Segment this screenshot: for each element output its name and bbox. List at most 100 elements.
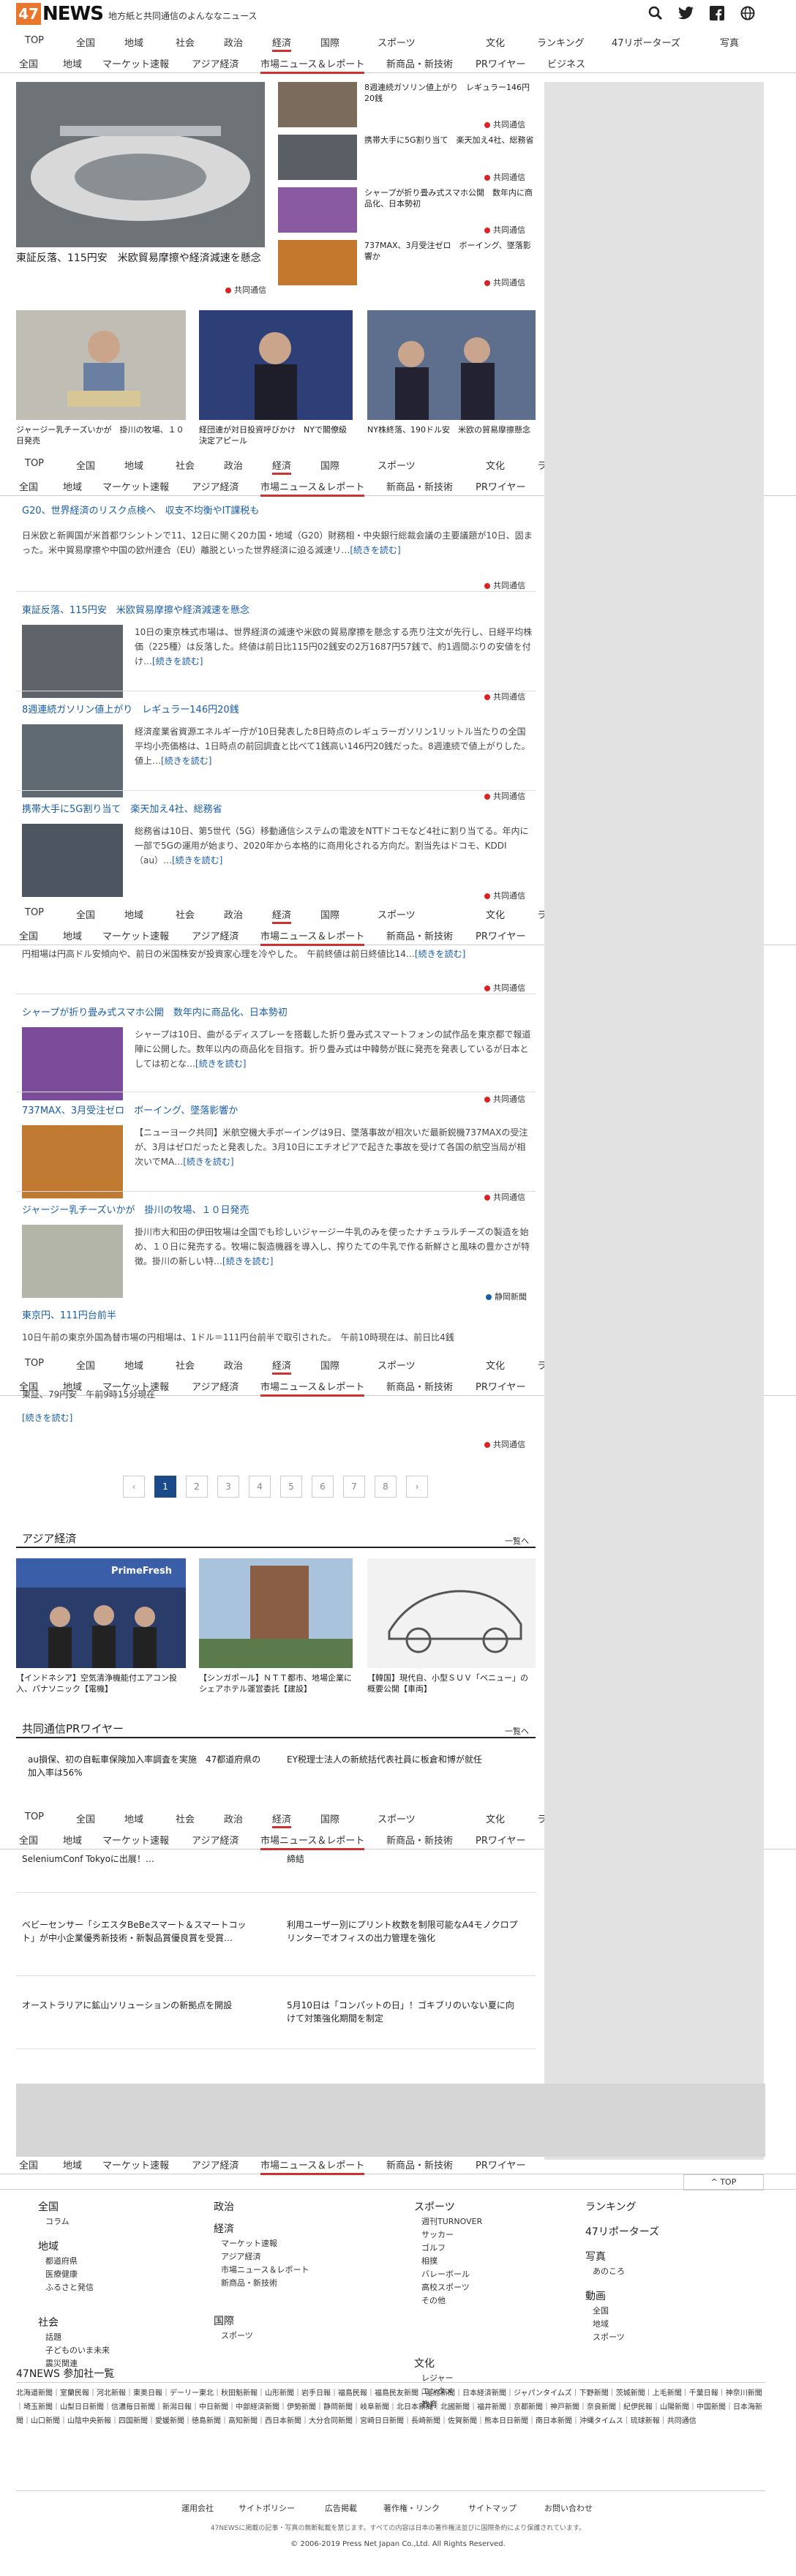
- last-article-title[interactable]: 東京円、111円台前半: [22, 1310, 534, 1323]
- pagination-item-3[interactable]: 3: [217, 1476, 239, 1498]
- footer-heading[interactable]: スポーツ: [414, 2199, 455, 2214]
- footer-link[interactable]: スポーツ: [593, 2331, 625, 2343]
- nav-item-0[interactable]: TOP: [25, 1358, 44, 1369]
- article-more-link[interactable]: [続きを読む]: [172, 855, 222, 865]
- side-news-title[interactable]: シャープが折り畳み式スマホ公開 数年内に商品化、日本勢初: [364, 187, 537, 209]
- nav-item-1[interactable]: 全国: [76, 458, 95, 472]
- nav-item-6[interactable]: 国際: [320, 458, 339, 472]
- footer-heading[interactable]: 47リポーターズ: [585, 2224, 659, 2239]
- subnav-item-2[interactable]: マーケット速報: [102, 479, 169, 493]
- side-news-title[interactable]: 携帯大手に5G割り当て 楽天加え4社、総務省: [364, 135, 537, 146]
- footer-heading[interactable]: 国際: [214, 2313, 234, 2328]
- subnav-item-5[interactable]: 新商品・新技術: [386, 1833, 453, 1847]
- footer-link[interactable]: 市場ニュース＆レポート: [221, 2264, 309, 2275]
- nav-item-7[interactable]: スポーツ: [378, 1358, 416, 1372]
- nav-item-2[interactable]: 地域: [124, 1811, 143, 1825]
- article-thumbnail[interactable]: [22, 1225, 123, 1298]
- nav-item-4[interactable]: 政治: [224, 907, 243, 921]
- article-title[interactable]: 携帯大手に5G割り当て 楽天加え4社、総務省: [22, 803, 534, 816]
- subnav-item-2[interactable]: マーケット速報: [102, 56, 169, 70]
- lead-more-link[interactable]: [続きを読む]: [350, 545, 400, 555]
- subnav-item-5[interactable]: 新商品・新技術: [386, 479, 453, 493]
- nav-item-3[interactable]: 社会: [176, 1811, 195, 1825]
- nav-item-7[interactable]: スポーツ: [378, 35, 416, 49]
- subnav-item-5[interactable]: 新商品・新技術: [386, 2158, 453, 2171]
- footer-heading[interactable]: 動画: [585, 2288, 606, 2303]
- subnav-item-0[interactable]: 全国: [19, 2158, 38, 2171]
- side-news-title[interactable]: 8週連続ガソリン値上がり レギュラー146円20銭: [364, 82, 537, 104]
- side-news-image[interactable]: [278, 82, 357, 127]
- nav-item-6[interactable]: 国際: [320, 35, 339, 49]
- pagination-item-8[interactable]: 8: [375, 1476, 397, 1498]
- pr-item-3[interactable]: SeleniumConf Tokyoに出展！…: [22, 1852, 256, 1866]
- footer-bottom-link[interactable]: 広告掲載: [325, 2502, 357, 2514]
- side-news-image[interactable]: [278, 135, 357, 180]
- pr-list-link[interactable]: 一覧へ: [505, 1725, 529, 1737]
- hero-caption[interactable]: 東証反落、115円安 米欧貿易摩擦や経済減速を懸念: [16, 252, 265, 265]
- subnav-item-0[interactable]: 全国: [19, 479, 38, 493]
- photo-row-image-3[interactable]: [367, 310, 536, 420]
- members-list[interactable]: 北海道新聞｜室蘭民報｜河北新報｜東奥日報｜デーリー東北｜秋田魁新報｜山形新聞｜岩…: [16, 2387, 765, 2428]
- subnav-item-3[interactable]: アジア経済: [192, 928, 239, 942]
- nav-item-7[interactable]: スポーツ: [378, 1811, 416, 1825]
- side-news-title[interactable]: 737MAX、3月受注ゼロ ボーイング、墜落影響か: [364, 240, 537, 262]
- asia-list-link[interactable]: 一覧へ: [505, 1535, 529, 1547]
- pagination-item-0[interactable]: ‹: [123, 1476, 145, 1498]
- subnav-item-0[interactable]: 全国: [19, 1833, 38, 1847]
- subnav-item-4[interactable]: 市場ニュース＆レポート: [260, 479, 365, 497]
- footer-heading[interactable]: 経済: [214, 2221, 234, 2236]
- nav-item-6[interactable]: 国際: [320, 907, 339, 921]
- asia-caption-2[interactable]: 【シンガポール】ＮＴＴ都市、地場企業にシェアホテル運営委託【建設】: [199, 1672, 353, 1694]
- subnav-item-4[interactable]: 市場ニュース＆レポート: [260, 1833, 365, 1850]
- article-title[interactable]: 8週連続ガソリン値上がり レギュラー146円20銭: [22, 704, 534, 717]
- footer-link[interactable]: 話題: [45, 2331, 61, 2343]
- footer-link[interactable]: スポーツ: [221, 2329, 253, 2341]
- subnav-item-3[interactable]: アジア経済: [192, 1833, 239, 1847]
- footer-heading[interactable]: 社会: [38, 2315, 59, 2329]
- article-more-link[interactable]: [続きを読む]: [183, 1157, 233, 1167]
- nav-item-8[interactable]: 文化: [486, 458, 505, 472]
- footer-link[interactable]: アジア経済: [221, 2250, 261, 2262]
- nav-item-5[interactable]: 経済: [272, 1358, 292, 1375]
- article-more-link[interactable]: [続きを読む]: [222, 1256, 273, 1266]
- hero-image[interactable]: [16, 82, 265, 247]
- subnav-item-4[interactable]: 市場ニュース＆レポート: [260, 56, 365, 74]
- nav-item-1[interactable]: 全国: [76, 35, 95, 49]
- footer-link[interactable]: ふるさと発信: [45, 2281, 94, 2293]
- subnav-item-1[interactable]: 地域: [63, 56, 82, 70]
- pr-item-7[interactable]: オーストラリアに鉱山ソリューションの新拠点を開設: [22, 1999, 256, 2012]
- nav-item-0[interactable]: TOP: [25, 907, 44, 918]
- footer-heading[interactable]: ランキング: [585, 2199, 637, 2214]
- search-icon[interactable]: [647, 6, 664, 23]
- nav-item-3[interactable]: 社会: [176, 458, 195, 472]
- footer-heading[interactable]: 政治: [214, 2199, 234, 2214]
- article-thumbnail[interactable]: [22, 824, 123, 897]
- footer-link[interactable]: 全国: [593, 2305, 609, 2316]
- footer-link[interactable]: 医療健康: [45, 2268, 78, 2280]
- subnav-item-4[interactable]: 市場ニュース＆レポート: [260, 928, 365, 946]
- subnav-item-3[interactable]: アジア経済: [192, 2158, 239, 2171]
- article-title[interactable]: 東証反落、115円安 米欧貿易摩擦や経済減速を懸念: [22, 604, 534, 617]
- subnav-item-1[interactable]: 地域: [63, 1833, 82, 1847]
- nav-item-3[interactable]: 社会: [176, 1358, 195, 1372]
- footer-link[interactable]: 新商品・新技術: [221, 2277, 277, 2288]
- nav-item-4[interactable]: 政治: [224, 1358, 243, 1372]
- asia-image-2[interactable]: [199, 1558, 353, 1668]
- nav-item-7[interactable]: スポーツ: [378, 458, 416, 472]
- nav-item-2[interactable]: 地域: [124, 907, 143, 921]
- nav-item-6[interactable]: 国際: [320, 1358, 339, 1372]
- footer-link[interactable]: 地域: [593, 2318, 609, 2329]
- nav-item-3[interactable]: 社会: [176, 35, 195, 49]
- footer-heading[interactable]: 写真: [585, 2249, 606, 2264]
- asia-caption-3[interactable]: 【韓国】現代自、小型ＳＵＶ「ベニュー」の概要公開【車両】: [367, 1672, 536, 1694]
- nav-item-4[interactable]: 政治: [224, 35, 243, 49]
- subnav-item-2[interactable]: マーケット速報: [102, 2158, 169, 2171]
- footer-bottom-link[interactable]: サイトポリシー: [239, 2502, 295, 2514]
- footer-link[interactable]: 都道府県: [45, 2255, 78, 2267]
- article-title[interactable]: 737MAX、3月受注ゼロ ボーイング、墜落影響か: [22, 1105, 534, 1118]
- article-title[interactable]: ジャージー乳チーズいかが 掛川の牧場、１０日発売: [22, 1204, 534, 1217]
- pr-item-1[interactable]: au損保、初の自転車保険加入率調査を実施 47都道府県の加入率は56%: [28, 1753, 262, 1779]
- footer-heading[interactable]: 地域: [38, 2239, 59, 2253]
- pr-item-2[interactable]: EY税理士法人の新統括代表社員に板倉和博が就任: [287, 1753, 521, 1766]
- photo-row-caption-2[interactable]: 経団連が対日投資呼びかけ NYで閣僚級決定アピール: [199, 424, 353, 446]
